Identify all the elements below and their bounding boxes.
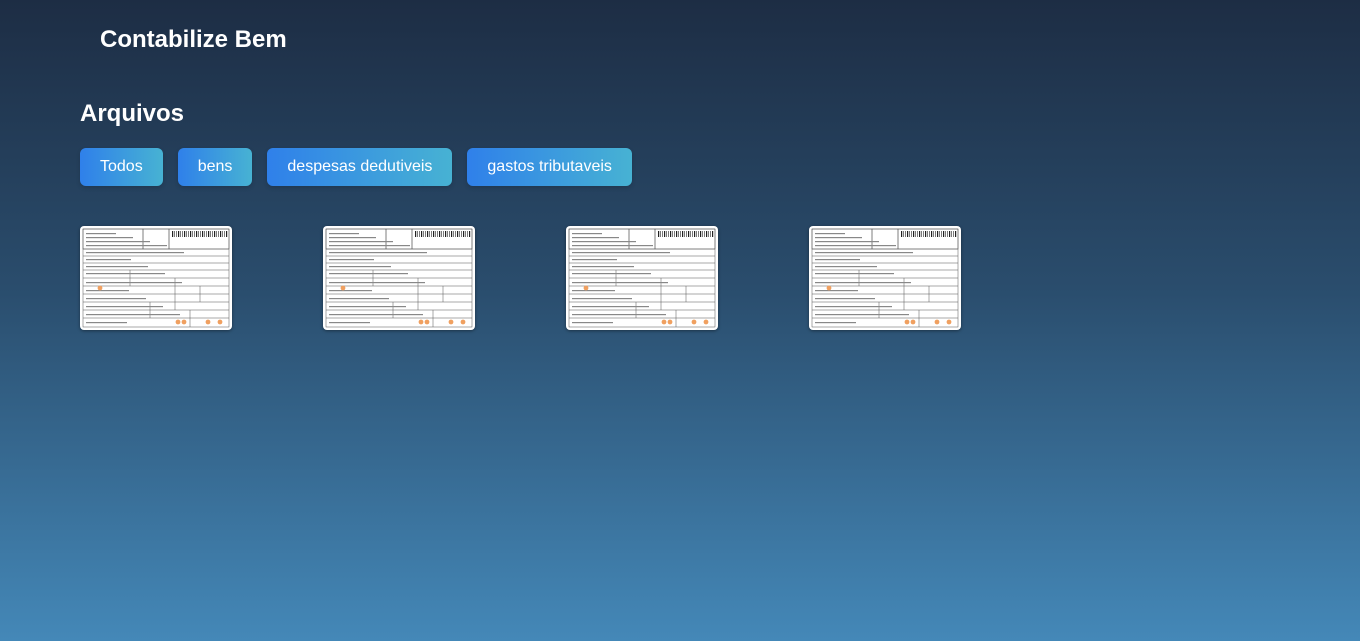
- file-thumbnail[interactable]: [323, 226, 475, 330]
- invoice-document-icon: [325, 228, 473, 328]
- page-title: Arquivos: [80, 100, 185, 127]
- invoice-document-icon: [811, 228, 959, 328]
- filter-bar: Todos bens despesas dedutiveis gastos tr…: [80, 148, 632, 186]
- file-thumbnail[interactable]: [809, 226, 961, 330]
- app-brand: Contabilize Bem: [100, 26, 287, 53]
- file-thumbnail[interactable]: [80, 226, 232, 330]
- filter-button-bens[interactable]: bens: [177, 148, 253, 186]
- file-thumbnail[interactable]: [566, 226, 718, 330]
- filter-button-despesas-dedutiveis[interactable]: despesas dedutiveis: [267, 148, 453, 186]
- invoice-document-icon: [82, 228, 230, 328]
- filter-button-todos[interactable]: Todos: [80, 148, 163, 186]
- file-gallery: [80, 226, 961, 330]
- filter-button-gastos-tributaveis[interactable]: gastos tributaveis: [467, 148, 632, 186]
- invoice-document-icon: [568, 228, 716, 328]
